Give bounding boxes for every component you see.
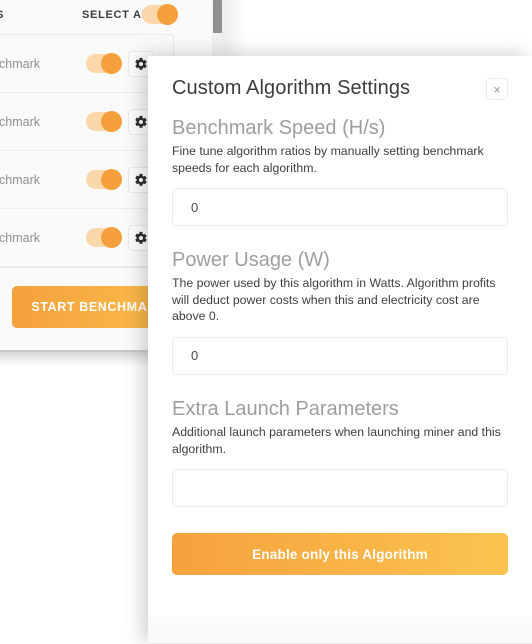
gear-icon (135, 231, 147, 244)
power-usage-field-group: Power Usage (W) The power used by this a… (172, 248, 508, 375)
page-title: Custom Algorithm Settings (172, 77, 411, 99)
power-usage-description: The power used by this algorithm in Watt… (172, 276, 496, 324)
select-all-toggle[interactable] (142, 4, 178, 25)
extra-launch-parameters-field-group: Extra Launch Parameters Additional launc… (172, 397, 508, 508)
power-usage-input[interactable] (172, 336, 508, 375)
algorithm-enable-toggle-knob (101, 111, 122, 132)
benchmark-speed-description: Fine tune algorithm ratios by manually s… (172, 144, 484, 175)
benchmark-speed-field-group: Benchmark Speed (H/s) Fine tune algorith… (172, 116, 508, 227)
algorithm-list-header: S SELECT ALL (0, 0, 240, 30)
scrollbar-page-area (223, 0, 245, 58)
select-all-toggle-knob (157, 4, 178, 25)
vertical-scrollbar-thumb[interactable] (213, 0, 222, 33)
algorithm-status-label: chmark (0, 56, 40, 71)
gear-icon (135, 115, 147, 128)
power-usage-label: Power Usage (W) (172, 249, 330, 272)
algorithm-enable-toggle-knob (101, 227, 122, 248)
algorithm-enable-toggle-knob (101, 53, 122, 74)
list-header-truncated-label: S (0, 9, 4, 21)
algorithm-enable-toggle[interactable] (86, 227, 122, 248)
custom-algorithm-settings-dialog: Custom Algorithm Settings × Benchmark Sp… (148, 56, 532, 644)
close-icon[interactable]: × (486, 78, 508, 100)
extra-launch-parameters-description: Additional launch parameters when launch… (172, 424, 501, 456)
gear-icon (135, 57, 147, 70)
extra-launch-parameters-label: Extra Launch Parameters (172, 397, 399, 420)
algorithm-enable-toggle[interactable] (86, 53, 122, 74)
benchmark-speed-label: Benchmark Speed (H/s) (172, 117, 386, 139)
dialog-header: Custom Algorithm Settings × (148, 56, 532, 106)
enable-only-this-algorithm-button[interactable]: Enable only this Algorithm (172, 533, 508, 576)
algorithm-status-label: chmark (0, 172, 40, 187)
algorithm-status-label: chmark (0, 114, 40, 129)
benchmark-speed-input[interactable] (172, 188, 508, 227)
extra-launch-parameters-input[interactable] (172, 469, 508, 508)
gear-icon (135, 173, 147, 186)
algorithm-enable-toggle[interactable] (86, 111, 122, 132)
dialog-footer (148, 617, 532, 643)
algorithm-enable-toggle[interactable] (86, 169, 122, 190)
dialog-body: Benchmark Speed (H/s) Fine tune algorith… (148, 106, 532, 576)
algorithm-enable-toggle-knob (101, 169, 122, 190)
algorithm-status-label: chmark (0, 230, 40, 245)
